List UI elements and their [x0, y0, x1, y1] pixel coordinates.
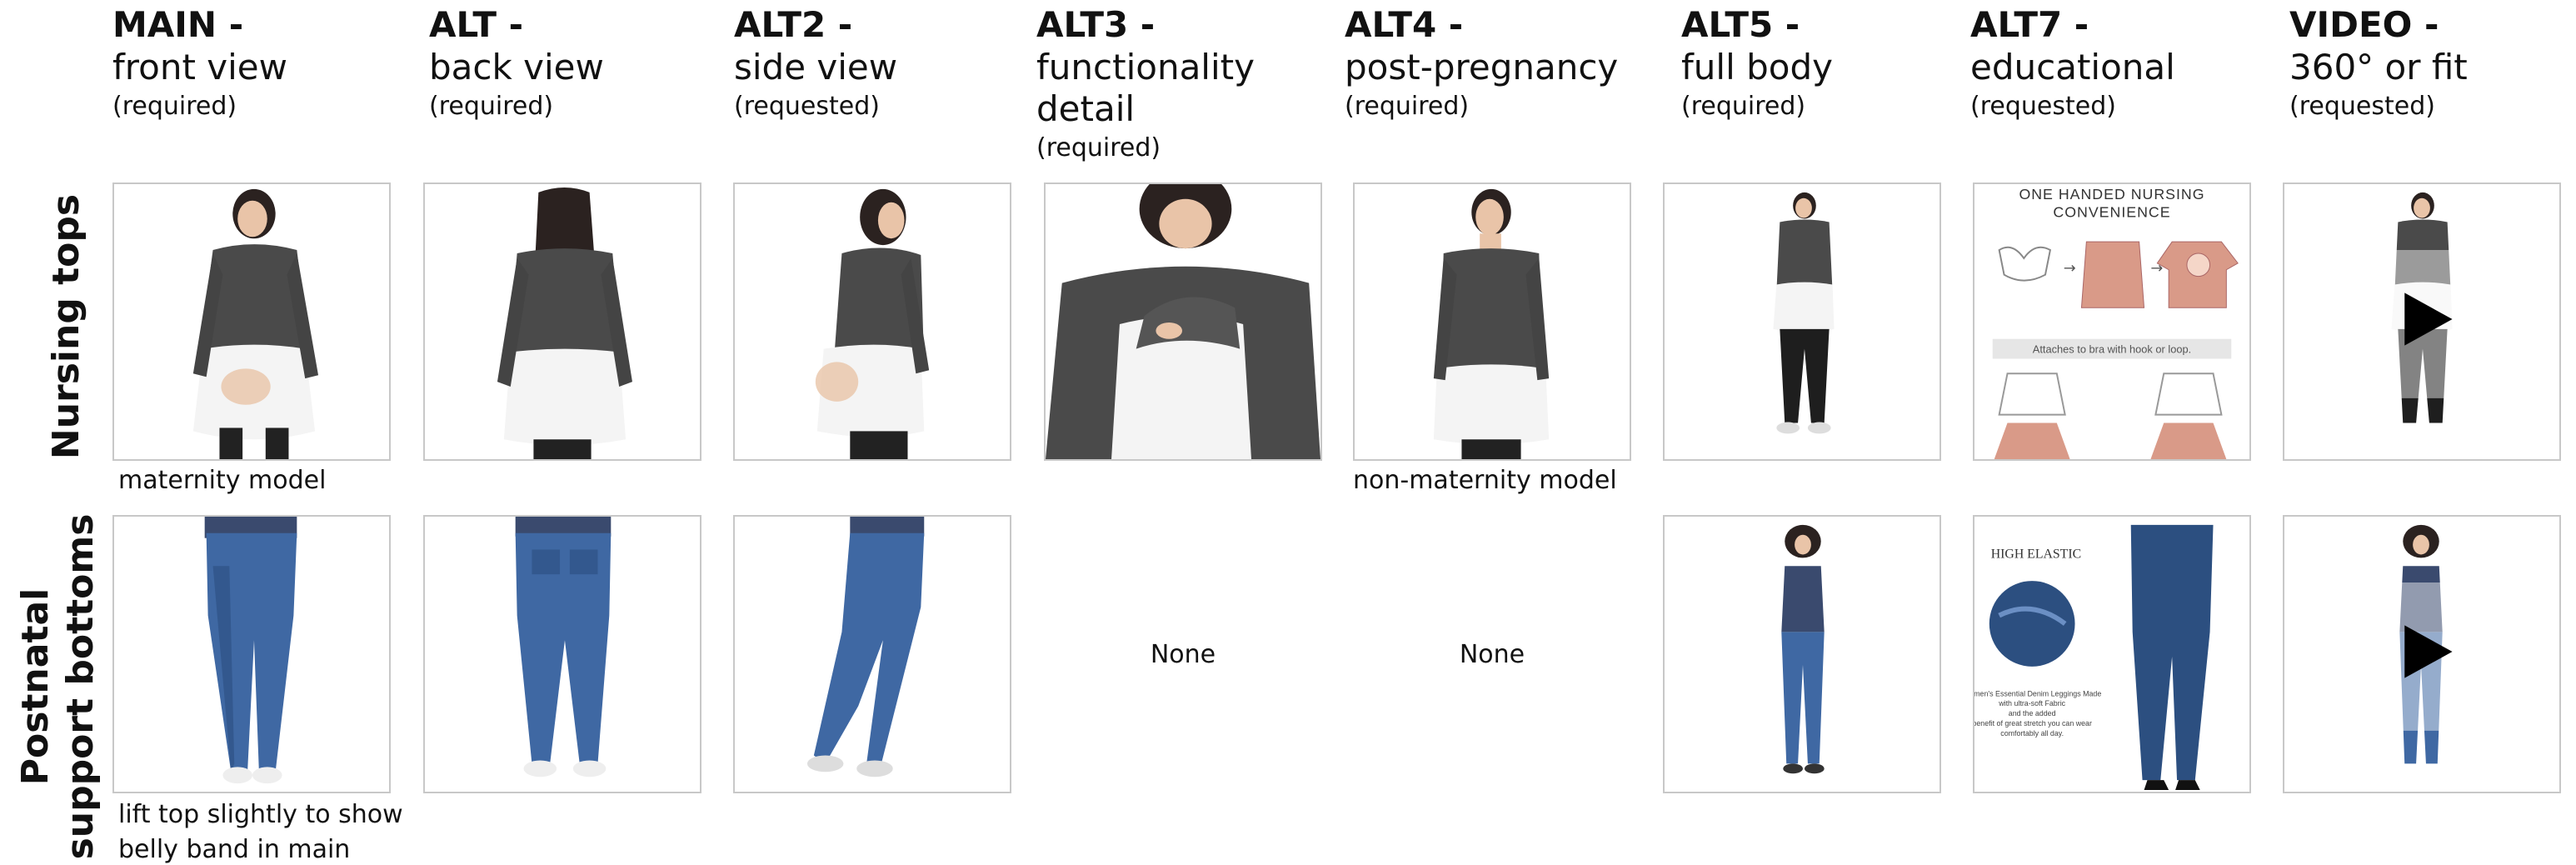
- note-line1: lift top slightly to show: [118, 800, 403, 829]
- column-header-alt3: ALT3 - functionality detail (required): [1036, 3, 1353, 165]
- column-description: educational: [1970, 47, 2175, 88]
- row-label-line2: support bottoms: [59, 513, 102, 860]
- edu-heading: HIGH ELASTIC: [1991, 547, 2081, 561]
- column-title: ALT7 -: [1970, 4, 2089, 45]
- column-description: 360° or fit: [2289, 47, 2468, 88]
- nursing-main-image[interactable]: [112, 182, 391, 461]
- postnatal-alt3-none: None: [1150, 639, 1216, 669]
- edu-caption: Attaches to bra with hook or loop.: [2033, 343, 2191, 356]
- column-requirement: (requested): [734, 92, 880, 121]
- column-description: side view: [734, 47, 898, 88]
- model-back-photo: [497, 187, 632, 459]
- column-description: front view: [112, 47, 287, 88]
- column-requirement: (required): [112, 92, 237, 121]
- column-header-main: MAIN - front view (required): [112, 3, 429, 123]
- column-header-alt5: ALT5 - full body (required): [1681, 3, 1998, 123]
- jeans-side-photo: [806, 517, 925, 778]
- play-icon[interactable]: [2284, 517, 2559, 792]
- column-description: post-pregnancy: [1345, 47, 1619, 88]
- note-non-maternity-model: non-maternity model: [1353, 466, 1617, 495]
- row-label-nursing-tops: Nursing tops: [45, 193, 87, 460]
- postnatal-alt2-image[interactable]: [733, 515, 1011, 793]
- full-body-photo: [1773, 192, 1835, 434]
- nursing-alt2-image[interactable]: [733, 182, 1011, 461]
- column-title: ALT2 -: [734, 4, 853, 45]
- edu-body-line2: with ultra-soft Fabric: [1998, 699, 2065, 708]
- postnatal-alt-image[interactable]: [423, 515, 701, 793]
- row-label-line1: Postnatal: [14, 588, 57, 786]
- column-header-video: VIDEO - 360° or fit (requested): [2289, 3, 2576, 123]
- column-title: MAIN -: [112, 4, 244, 45]
- non-maternity-model-photo: [1433, 188, 1550, 459]
- nursing-alt5-image[interactable]: [1663, 182, 1941, 461]
- column-header-alt4: ALT4 - post-pregnancy (required): [1345, 3, 1661, 123]
- nursing-video-thumbnail[interactable]: [2283, 182, 2561, 461]
- postnatal-alt4-none: None: [1459, 639, 1525, 669]
- postnatal-alt5-image[interactable]: [1663, 515, 1941, 793]
- column-requirement: (required): [1036, 133, 1161, 162]
- edu-body-line1: Women's Essential Denim Leggings Made: [1974, 689, 2101, 698]
- nursing-alt4-image[interactable]: [1353, 182, 1631, 461]
- postnatal-alt7-image[interactable]: HIGH ELASTIC Women's Essential Denim Leg…: [1973, 515, 2251, 793]
- column-title: ALT4 -: [1345, 4, 1464, 45]
- play-icon[interactable]: [2284, 184, 2559, 459]
- column-title: ALT5 -: [1681, 4, 1800, 45]
- note-line2: belly band in main: [118, 835, 351, 864]
- edu-title-line1: ONE HANDED NURSING: [2019, 186, 2204, 202]
- edu-title-line2: CONVENIENCE: [2053, 204, 2170, 221]
- column-description-line2: detail: [1036, 88, 1136, 129]
- nursing-alt-image[interactable]: [423, 182, 701, 461]
- educational-graphic-jeans: HIGH ELASTIC Women's Essential Denim Leg…: [1974, 524, 2214, 791]
- model-side-photo: [815, 188, 930, 459]
- jeans-front-photo: [204, 517, 297, 784]
- column-description: functionality: [1036, 47, 1255, 88]
- educational-graphic: ONE HANDED NURSING CONVENIENCE → → Attac…: [1992, 186, 2239, 459]
- column-description: full body: [1681, 47, 1833, 88]
- column-title: VIDEO -: [2289, 4, 2439, 45]
- column-header-alt7: ALT7 - educational (requested): [1970, 3, 2287, 123]
- column-requirement: (required): [1345, 92, 1470, 121]
- column-title: ALT3 -: [1036, 4, 1156, 45]
- column-header-alt2: ALT2 - side view (requested): [734, 3, 1051, 123]
- column-header-alt: ALT - back view (required): [429, 3, 746, 123]
- jeans-back-photo: [515, 517, 612, 778]
- row-label-postnatal: Postnatal support bottoms: [13, 512, 103, 862]
- full-body-jeans-photo: [1781, 524, 1825, 774]
- nursing-detail-photo: [1046, 184, 1320, 459]
- column-requirement: (required): [1681, 92, 1806, 121]
- edu-body-line5: comfortably all day.: [2000, 729, 2064, 738]
- column-requirement: (requested): [2289, 92, 2435, 121]
- column-title: ALT -: [429, 4, 524, 45]
- nursing-alt7-image[interactable]: ONE HANDED NURSING CONVENIENCE → → Attac…: [1973, 182, 2251, 461]
- nursing-alt3-image[interactable]: [1044, 182, 1322, 461]
- column-description: back view: [429, 47, 604, 88]
- column-requirement: (required): [429, 92, 554, 121]
- postnatal-video-thumbnail[interactable]: [2283, 515, 2561, 793]
- edu-body-line3: and the added: [2009, 709, 2056, 718]
- product-image-requirements-grid: MAIN - front view (required) ALT - back …: [0, 0, 2576, 865]
- model-front-photo: [192, 188, 319, 459]
- column-requirement: (requested): [1970, 92, 2116, 121]
- note-maternity-model: maternity model: [118, 466, 327, 495]
- postnatal-main-image[interactable]: [112, 515, 391, 793]
- svg-text:→: →: [2064, 260, 2076, 278]
- note-lift-top: lift top slightly to show belly band in …: [118, 798, 403, 865]
- edu-body-line4: benefit of great stretch you can wear: [1974, 719, 2092, 728]
